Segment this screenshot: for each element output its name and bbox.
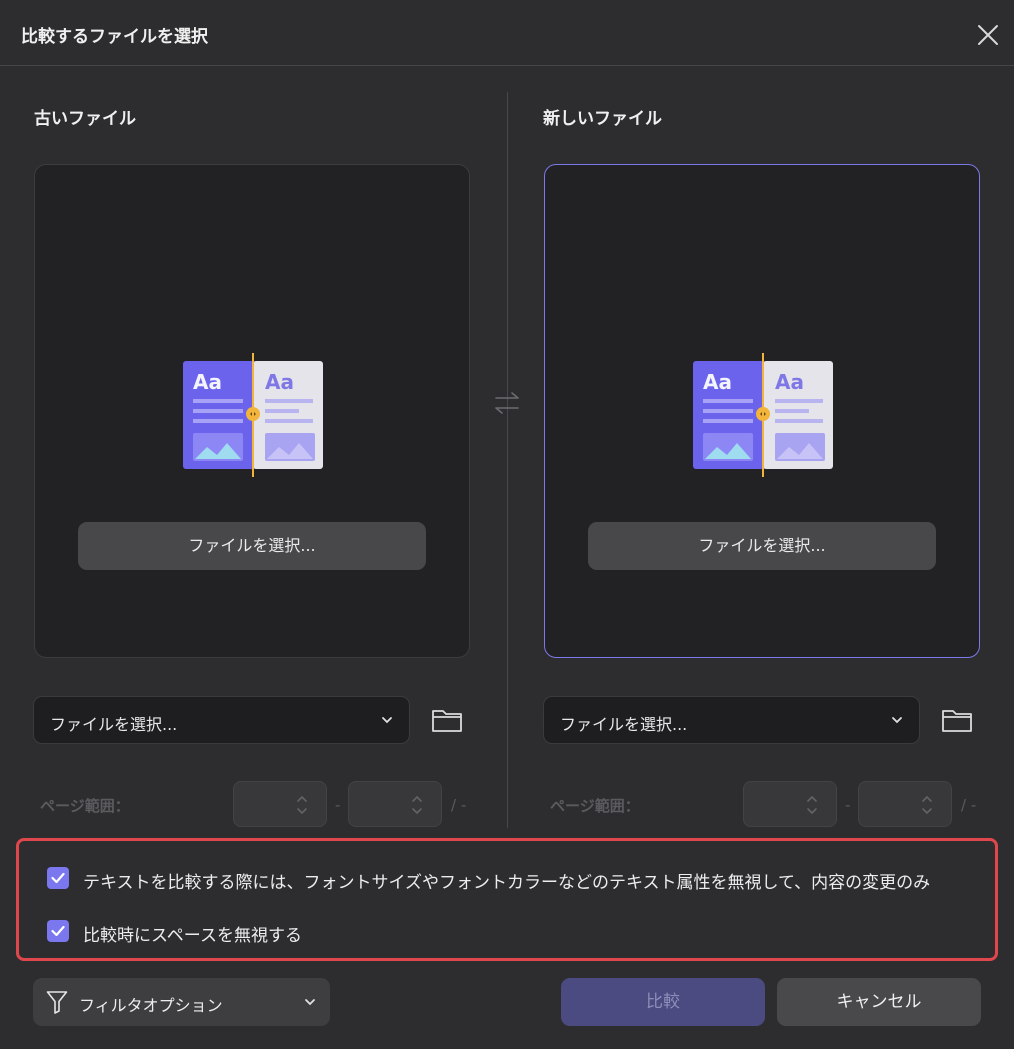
chevron-down-icon xyxy=(892,717,902,724)
new-range-end-stepper[interactable] xyxy=(858,781,952,827)
checkmark-icon xyxy=(51,925,65,937)
new-file-label: 新しいファイル xyxy=(543,109,662,129)
compare-options-group: テキストを比較する際には、フォントサイズやフォントカラーなどのテキスト属性を無視… xyxy=(16,838,998,961)
filter-icon xyxy=(46,991,68,1014)
illus-left-text: Aa xyxy=(193,370,222,394)
column-divider xyxy=(507,92,508,828)
new-range-start-stepper[interactable] xyxy=(743,781,837,827)
compare-illustration-icon: Aa Aa xyxy=(693,353,833,477)
new-page-range-label: ページ範囲： xyxy=(550,797,640,815)
new-file-dropzone[interactable]: Aa Aa ファイルを選択... xyxy=(544,164,980,658)
dialog-titlebar: 比較するファイルを選択 xyxy=(0,0,1014,66)
old-file-select[interactable]: ファイルを選択... xyxy=(33,696,410,744)
illus-right-text: Aa xyxy=(265,370,294,394)
new-file-select[interactable]: ファイルを選択... xyxy=(543,696,920,744)
chevron-down-icon xyxy=(305,999,315,1006)
old-choose-file-button[interactable]: ファイルを選択... xyxy=(78,522,426,570)
old-folder-icon[interactable] xyxy=(431,704,463,736)
dialog-title: 比較するファイルを選択 xyxy=(21,27,208,47)
ignore-spaces-checkbox[interactable] xyxy=(47,920,69,942)
new-file-select-value: ファイルを選択... xyxy=(560,715,688,734)
ignore-spaces-label: 比較時にスペースを無視する xyxy=(83,926,302,946)
compare-illustration-icon: Aa Aa xyxy=(183,353,323,477)
old-file-label: 古いファイル xyxy=(34,109,136,129)
old-range-start-stepper[interactable] xyxy=(233,781,327,827)
stepper-arrows-icon[interactable] xyxy=(921,793,933,817)
checkmark-icon xyxy=(51,872,65,884)
old-file-dropzone[interactable]: Aa Aa ファイルを選択... xyxy=(34,164,470,658)
new-choose-file-button[interactable]: ファイルを選択... xyxy=(588,522,936,570)
stepper-arrows-icon[interactable] xyxy=(806,793,818,817)
swap-icon[interactable] xyxy=(492,388,522,418)
compare-button[interactable]: 比較 xyxy=(561,978,765,1026)
old-range-total: / - xyxy=(451,796,467,814)
new-range-total: / - xyxy=(961,796,977,814)
filter-options-button[interactable]: フィルタオプション xyxy=(33,978,330,1026)
stepper-arrows-icon[interactable] xyxy=(296,793,308,817)
close-icon[interactable] xyxy=(974,21,1002,49)
old-range-separator: - xyxy=(335,796,341,814)
old-file-select-value: ファイルを選択... xyxy=(50,715,178,734)
stepper-arrows-icon[interactable] xyxy=(411,793,423,817)
new-folder-icon[interactable] xyxy=(941,704,973,736)
illus-left-text: Aa xyxy=(703,370,732,394)
filter-options-label: フィルタオプション xyxy=(79,996,223,1015)
chevron-down-icon xyxy=(382,717,392,724)
text-only-checkbox[interactable] xyxy=(47,867,69,889)
old-range-end-stepper[interactable] xyxy=(348,781,442,827)
text-only-label: テキストを比較する際には、フォントサイズやフォントカラーなどのテキスト属性を無視… xyxy=(83,873,931,893)
cancel-button[interactable]: キャンセル xyxy=(777,978,981,1026)
new-range-separator: - xyxy=(845,796,851,814)
illus-right-text: Aa xyxy=(775,370,804,394)
old-page-range-label: ページ範囲： xyxy=(40,797,130,815)
